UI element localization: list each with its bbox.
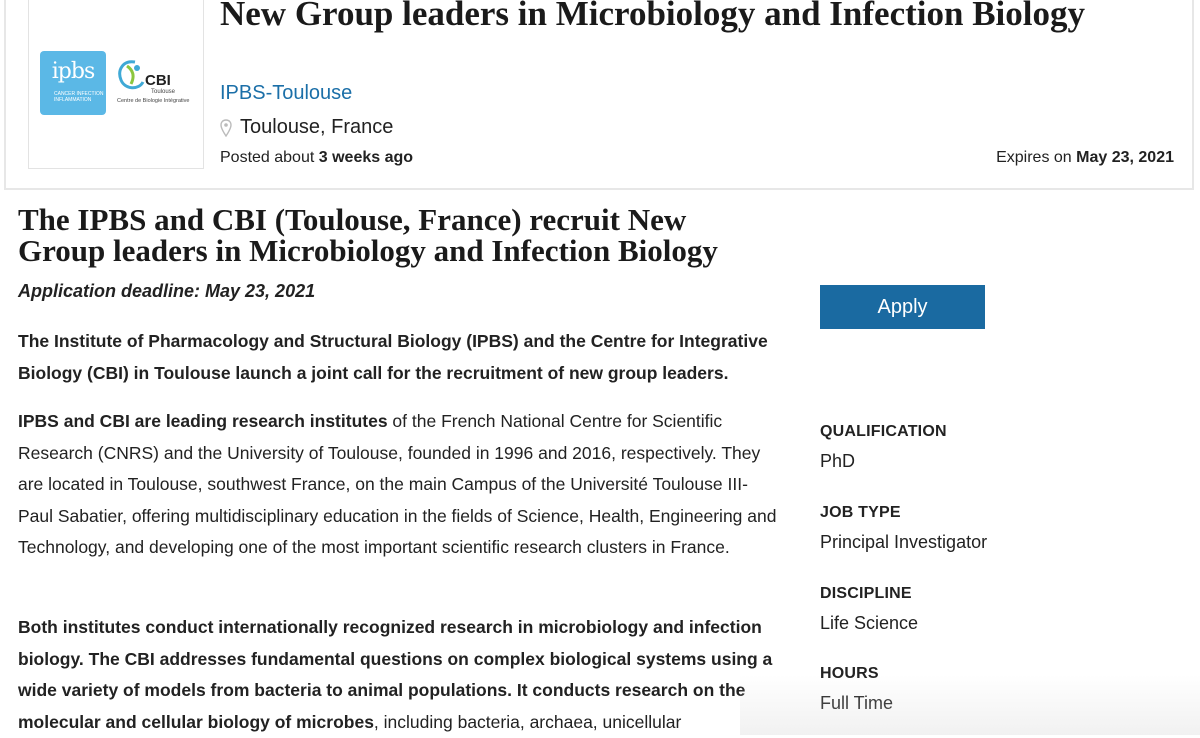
job-header-card: ipbs CANCER INFECTION INFLAMMATION CBI T… [4, 0, 1194, 190]
cbi-logo-city: Toulouse [151, 89, 176, 95]
employer-logo[interactable]: ipbs CANCER INFECTION INFLAMMATION CBI T… [28, 0, 204, 169]
discipline-label: DISCIPLINE [820, 585, 912, 602]
expires-prefix: Expires on [996, 149, 1072, 166]
qualification-value: PhD [820, 451, 856, 471]
intro-paragraph: The Institute of Pharmacology and Struct… [18, 331, 768, 383]
ipbs-logo-text: ipbs [51, 59, 96, 84]
job-type-value: Principal Investigator [820, 532, 988, 552]
research-paragraph: Both institutes conduct internationally … [18, 612, 778, 738]
apply-button[interactable]: Apply [820, 285, 985, 329]
cbi-logo: CBI Toulouse Centre de Biologie Intégrat… [113, 56, 197, 116]
job-location: Toulouse, France [220, 116, 393, 139]
posted-date: Posted about 3 weeks ago [220, 149, 413, 167]
discipline-value: Life Science [820, 613, 919, 633]
ipbs-logo-subtitle: CANCER INFECTION INFLAMMATION [54, 91, 104, 103]
job-location-text: Toulouse, France [240, 116, 394, 138]
research-paragraph-body: , including bacteria, archaea, unicellul… [373, 711, 682, 732]
map-pin-icon [220, 118, 232, 137]
cbi-logo-mark [118, 60, 145, 90]
employer-link[interactable]: IPBS-Toulouse [220, 82, 352, 105]
application-deadline: Application deadline: May 23, 2021 [18, 281, 316, 301]
qualification-info: QUALIFICATION PhD [820, 423, 947, 472]
cbi-logo-subtitle: Centre de Biologie Intégrative [117, 98, 190, 104]
ipbs-logo: ipbs CANCER INFECTION INFLAMMATION [40, 51, 106, 115]
institutes-paragraph: IPBS and CBI are leading research instit… [18, 406, 778, 564]
job-title: New Group leaders in Microbiology and In… [220, 0, 1085, 33]
hours-label: HOURS [820, 665, 879, 682]
article-heading: The IPBS and CBI (Toulouse, France) recr… [18, 202, 718, 268]
hours-value: Full Time [820, 693, 894, 713]
hours-info: HOURS Full Time [820, 665, 893, 714]
expiry-date: Expires on May 23, 2021 [996, 149, 1174, 167]
posted-prefix: Posted about [220, 149, 315, 166]
qualification-label: QUALIFICATION [820, 423, 947, 440]
expires-value: May 23, 2021 [1076, 149, 1174, 166]
institutes-paragraph-lead: IPBS and CBI are leading research instit… [18, 411, 388, 431]
institutes-paragraph-body: of the French National Centre for Scient… [18, 411, 777, 557]
bottom-fade [740, 675, 1200, 735]
cbi-logo-text: CBI [145, 72, 171, 89]
discipline-info: DISCIPLINE Life Science [820, 585, 918, 634]
job-type-info: JOB TYPE Principal Investigator [820, 504, 987, 553]
posted-value: 3 weeks ago [318, 149, 414, 166]
job-type-label: JOB TYPE [820, 504, 901, 521]
